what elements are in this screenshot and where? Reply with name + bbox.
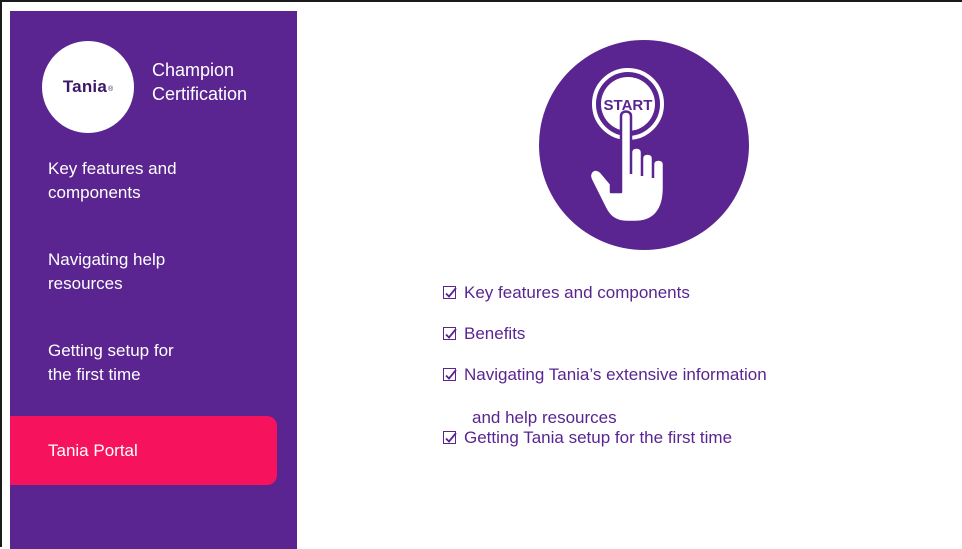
sidebar-item-label: the first time <box>48 365 141 384</box>
checklist-item-label: Key features and components <box>464 283 690 302</box>
sidebar-item-label: Tania Portal <box>48 440 138 460</box>
hand-pressing-start-button-icon: START <box>539 40 749 255</box>
certification-title-line2: Certification <box>152 84 248 104</box>
sidebar-item-getting-setup[interactable]: Getting setup for the first time <box>10 339 280 387</box>
checklist-item: Benefits <box>443 324 767 344</box>
topic-checklist: Key features and components Benefits Nav… <box>443 283 767 447</box>
checked-box-icon <box>443 327 457 340</box>
sidebar-item-label: components <box>48 183 141 202</box>
sidebar-item-key-features[interactable]: Key features and components <box>10 157 280 205</box>
sidebar-item-label: Key features and <box>48 159 177 178</box>
checked-box-icon <box>443 431 457 444</box>
sidebar-item-label: resources <box>48 274 123 293</box>
sidebar: Tania ® Champion Certification Key featur… <box>10 11 297 549</box>
certification-title: Champion Certification <box>152 58 247 106</box>
checked-box-icon <box>443 286 457 299</box>
sidebar-item-tania-portal[interactable]: Tania Portal <box>10 416 277 485</box>
checklist-item-label: Navigating Tania’s extensive information <box>464 365 767 384</box>
checklist-item: Getting Tania setup for the first time <box>443 428 767 448</box>
sidebar-item-navigating-help[interactable]: Navigating help resources <box>10 248 280 296</box>
checklist-item-label: Getting Tania setup for the first time <box>464 428 733 447</box>
sidebar-item-label: Getting setup for <box>48 341 174 360</box>
checklist-item-label: Benefits <box>464 324 526 343</box>
sidebar-item-label: Navigating help <box>48 250 166 269</box>
logo-text: Tania <box>62 77 107 96</box>
tania-logo: Tania ® <box>42 41 134 133</box>
checked-box-icon <box>443 368 457 381</box>
slide-frame: Tania ® Champion Certification Key featur… <box>0 0 962 549</box>
checklist-item: Key features and components <box>443 283 767 303</box>
registered-mark: ® <box>107 85 114 93</box>
checklist-item-continuation: and help resources <box>472 408 617 427</box>
checklist-item: Navigating Tania’s extensive information… <box>443 365 767 427</box>
certification-title-line1: Champion <box>152 60 235 80</box>
